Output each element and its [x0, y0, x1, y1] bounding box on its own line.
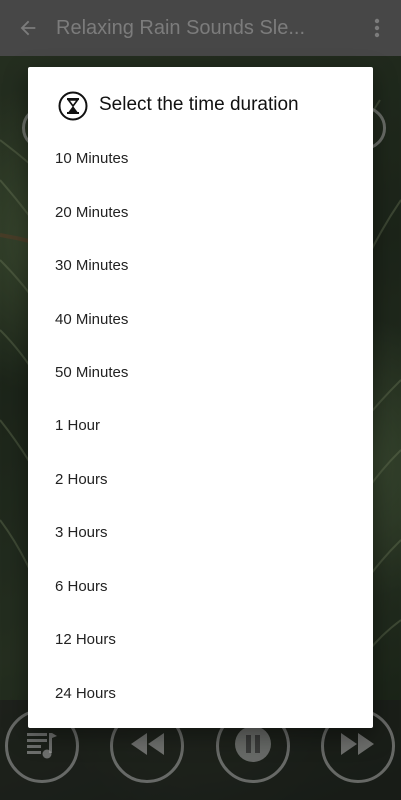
dialog-title: Select the time duration: [99, 94, 299, 115]
duration-option-10-minutes[interactable]: 10 Minutes: [28, 132, 373, 185]
time-duration-dialog: Select the time duration 10 Minutes 20 M…: [28, 67, 373, 728]
duration-option-24-hours[interactable]: 24 Hours: [28, 667, 373, 720]
duration-option-6-hours[interactable]: 6 Hours: [28, 560, 373, 613]
duration-option-20-minutes[interactable]: 20 Minutes: [28, 186, 373, 239]
duration-option-2-hours[interactable]: 2 Hours: [28, 453, 373, 506]
duration-option-30-minutes[interactable]: 30 Minutes: [28, 239, 373, 292]
duration-option-3-hours[interactable]: 3 Hours: [28, 506, 373, 559]
duration-option-12-hours[interactable]: 12 Hours: [28, 613, 373, 666]
duration-option-40-minutes[interactable]: 40 Minutes: [28, 293, 373, 346]
duration-option-50-minutes[interactable]: 50 Minutes: [28, 346, 373, 399]
hourglass-icon: [58, 91, 88, 121]
screen: Relaxing Rain Sounds Sle... Select the t…: [0, 0, 401, 800]
duration-option-1-hour[interactable]: 1 Hour: [28, 399, 373, 452]
